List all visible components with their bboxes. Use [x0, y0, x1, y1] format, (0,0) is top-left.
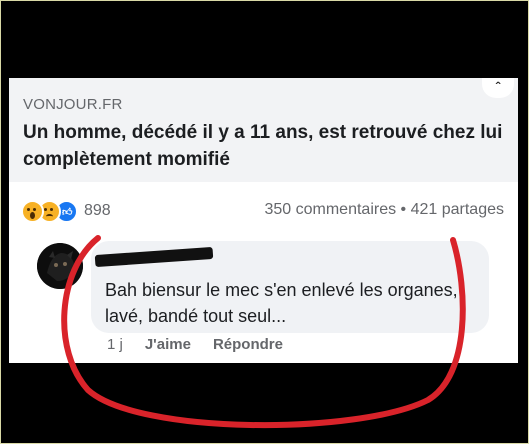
comment-bubble: Bah biensur le mec s'en enlevé les organ…: [91, 241, 489, 333]
chevron-up-icon: ˆ: [495, 79, 501, 95]
comments-shares-count[interactable]: 350 commentaires • 421 partages: [264, 201, 504, 219]
avatar[interactable]: [37, 243, 83, 289]
like-comment-button[interactable]: J'aime: [145, 336, 191, 353]
link-headline[interactable]: Un homme, décédé il y a 11 ans, est retr…: [23, 119, 503, 173]
link-preview-card[interactable]: ˆ VONJOUR.FR Un homme, décédé il y a 11 …: [9, 78, 518, 363]
reply-button[interactable]: Répondre: [213, 336, 283, 353]
comment-text: Bah biensur le mec s'en enlevé les organ…: [105, 280, 458, 326]
reaction-count: 898: [84, 202, 111, 219]
wow-icon: [21, 199, 44, 223]
link-domain: VONJOUR.FR: [23, 96, 123, 113]
reactions-summary[interactable]: 👍︎ 898: [21, 199, 111, 223]
comment-actions: 1 j J'aime Répondre: [107, 336, 283, 353]
comment-timestamp[interactable]: 1 j: [107, 336, 123, 353]
more-options-button[interactable]: ˆ: [482, 78, 514, 98]
redaction-bar: [94, 246, 214, 268]
